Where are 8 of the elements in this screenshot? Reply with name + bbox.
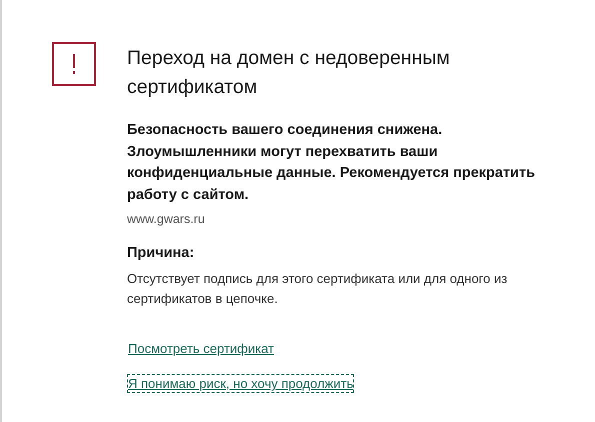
warning-text: Безопасность вашего соединения снижена. Злоумышленники могут перехватить ваши конфиденциальные данные. Рекомендуется прекратить работу с сайтом.: [127, 121, 536, 204]
warning-icon: [52, 42, 96, 86]
link[interactable]: Посмотреть сертификат: [127, 339, 275, 358]
link[interactable]: Я понимаю риск, но хочу продолжить: [127, 374, 354, 393]
site-address: www.gwars.ru: [127, 212, 206, 226]
reason-heading: Причина:: [127, 245, 196, 261]
reason-text: Отсутствует подпись для этого сертификата или для одного из сертификатов в цепочке.: [127, 270, 508, 308]
page-title: Переход на домен с недоверенным сертификатом: [127, 46, 451, 100]
